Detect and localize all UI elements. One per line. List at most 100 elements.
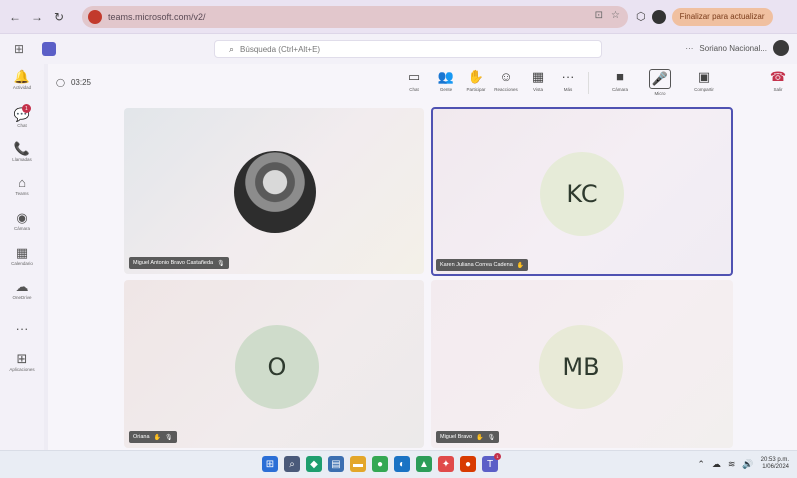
avatar: MB [539, 325, 623, 409]
windows-start-icon[interactable]: ⊞ [262, 456, 278, 472]
store-icon[interactable]: ▲ [416, 456, 432, 472]
avatar [234, 151, 316, 233]
cloud-icon[interactable]: ☁ [712, 459, 721, 470]
shield-icon: ◯ [56, 78, 65, 87]
maps-icon[interactable]: ✦ [438, 456, 454, 472]
participant-tile[interactable]: Miguel Antonio Bravo Castañeda 🎙 [124, 108, 424, 274]
clock-date: 1/06/2024 [762, 464, 789, 470]
chrome-icon[interactable]: ● [372, 456, 388, 472]
rail-item-apps[interactable]: ⊞ Aplicaciones [0, 351, 44, 373]
toolbar-more-button[interactable]: ··· Más [554, 69, 582, 92]
more-icon: ··· [561, 69, 575, 84]
extensions-icon[interactable]: ⬡ [636, 10, 646, 23]
toolbar-label: Salir [773, 87, 783, 92]
phone-icon: 📞 [13, 141, 31, 156]
taskbar-glyph: ▬ [353, 458, 363, 470]
chat-icon: 💬 1 [13, 104, 31, 122]
teams-icon: ⌂ [18, 175, 26, 190]
search-icon[interactable]: ⌕ [284, 456, 300, 472]
view-icon: ▦ [531, 69, 545, 84]
app-launcher-icon[interactable]: ⊞ [14, 42, 24, 56]
participant-tile-active[interactable]: KC Karen Juliana Correa Cadena ✋ [431, 107, 733, 276]
camera-icon: ■ [616, 69, 624, 84]
hand-icon: ✋ [153, 434, 161, 441]
rail-item-calendar[interactable]: ▦ Calendario [0, 246, 44, 267]
wifi-icon[interactable]: ≋ [728, 459, 736, 470]
account-area[interactable]: ··· Soriano Nacional... [685, 40, 789, 56]
teams-logo-icon [42, 42, 57, 56]
rail-item-onedrive[interactable]: ☁ OneDrive [0, 280, 44, 301]
participant-name: Miguel Antonio Bravo Castañeda [133, 260, 214, 266]
participant-tile[interactable]: O Oriana ✋ 🎙 [124, 280, 424, 448]
toolbar-people-button[interactable]: 👥 Gente [432, 69, 460, 92]
url-text: teams.microsoft.com/v2/ [108, 11, 206, 22]
participant-name-tag: Karen Juliana Correa Cadena ✋ [436, 259, 529, 271]
windows-taskbar: ⊞ ⌕ ◆ ▤ ▬ ● ◐ ▲ ✦ ● T 1 ⌃ ☁ ≋ 🔊 20:53 p.m. 1/06/202… [0, 450, 797, 478]
copilot-icon[interactable]: ◆ [306, 456, 322, 472]
unread-badge: 1 [494, 453, 501, 460]
toolbar-chat-button[interactable]: ▭ Chat [400, 69, 428, 92]
rail-item-more[interactable]: ··· [0, 322, 44, 336]
back-icon[interactable]: ← [6, 8, 24, 26]
edge-icon[interactable]: ◐ [394, 456, 410, 472]
clock[interactable]: 20:53 p.m. 1/06/2024 [761, 457, 789, 471]
taskbar-glyph: ▤ [331, 458, 341, 470]
hand-icon: ✋ [476, 434, 484, 441]
bell-icon: 🔔 [13, 69, 31, 84]
site-favicon-icon [88, 9, 102, 24]
toolbar-label: Vista [533, 87, 543, 92]
taskbar-glyph: ⊞ [265, 458, 275, 470]
task-view-icon[interactable]: ▤ [328, 456, 344, 472]
participant-tile[interactable]: MB Miguel Bravo ✋ 🎙 [431, 280, 733, 448]
meeting-stage: ◯ 03:25 ▭ Chat 👥 Gente ✋ Participar ☺ Re… [48, 64, 797, 450]
toolbar-divider [588, 72, 589, 94]
left-rail: 🔔 Actividad 💬 1 Chat 📞 Llamadas ⌂ Teams ◉… [0, 64, 44, 450]
rail-label: Cámara [13, 226, 30, 231]
smile-icon: ☺ [499, 69, 513, 84]
reload-icon[interactable]: ↻ [50, 8, 68, 26]
share-icon: ▣ [697, 69, 711, 84]
update-button[interactable]: Finalizar para actualizar [671, 7, 773, 26]
search-placeholder: Búsqueda (Ctrl+Alt+E) [240, 44, 321, 54]
screen: ← → ↻ teams.microsoft.com/v2/ ⊡ ☆ ⬡ Fina… [0, 0, 797, 478]
rail-item-camera[interactable]: ◉ Cámara [0, 211, 44, 232]
toolbar-camera-button[interactable]: ■ Cámara [606, 69, 634, 92]
toolbar-share-button[interactable]: ▣ Compartir [690, 69, 718, 92]
participant-name-tag: Oriana ✋ 🎙 [129, 431, 177, 443]
toolbar-raise-hand-button[interactable]: ✋ Participar [462, 69, 490, 92]
teams-icon[interactable]: T1 [482, 453, 501, 472]
more-icon[interactable]: ··· [685, 44, 693, 53]
profile-icon[interactable] [651, 9, 666, 24]
forward-icon[interactable]: → [28, 8, 46, 26]
toolbar-leave-button[interactable]: ☎ Salir [764, 69, 792, 92]
rail-item-calls[interactable]: 📞 Llamadas [0, 141, 44, 163]
install-icon[interactable]: ⊡ [595, 10, 603, 21]
rail-item-teams[interactable]: ⌂ Teams [0, 175, 44, 197]
taskbar-glyph: ◐ [398, 458, 406, 470]
meeting-timer: ◯ 03:25 [56, 78, 91, 87]
mic-off-icon: 🎙 [487, 434, 496, 441]
rail-item-activity[interactable]: 🔔 Actividad [0, 69, 44, 91]
browser-actions: ⬡ Finalizar para actualizar [636, 7, 773, 26]
search-input[interactable]: ⌕ Búsqueda (Ctrl+Alt+E) [214, 40, 602, 58]
chevron-up-icon[interactable]: ⌃ [697, 459, 705, 470]
avatar: KC [540, 152, 624, 236]
apps-icon: ⊞ [16, 351, 28, 366]
toolbar-view-button[interactable]: ▦ Vista [524, 69, 552, 92]
address-bar-icons: ⊡ ☆ [595, 10, 620, 21]
avatar[interactable] [773, 40, 789, 56]
toolbar-reactions-button[interactable]: ☺ Reacciones [492, 69, 520, 92]
address-bar[interactable]: teams.microsoft.com/v2/ ⊡ ☆ [82, 5, 628, 28]
office-icon[interactable]: ● [460, 456, 476, 472]
rail-item-chat[interactable]: 💬 1 Chat [0, 104, 44, 128]
taskbar-glyph: ⌕ [289, 458, 295, 470]
toolbar-mic-button[interactable]: 🎤 Micro [646, 69, 674, 96]
volume-icon[interactable]: 🔊 [742, 459, 753, 470]
leave-icon: ☎ [769, 69, 787, 84]
system-tray: ⌃ ☁ ≋ 🔊 20:53 p.m. 1/06/2024 [697, 457, 789, 471]
file-explorer-icon[interactable]: ▬ [350, 456, 366, 472]
people-icon: 👥 [437, 69, 455, 84]
participant-name: Karen Juliana Correa Cadena [440, 262, 513, 268]
star-icon[interactable]: ☆ [611, 10, 620, 21]
toolbar-label: Cámara [611, 87, 628, 92]
